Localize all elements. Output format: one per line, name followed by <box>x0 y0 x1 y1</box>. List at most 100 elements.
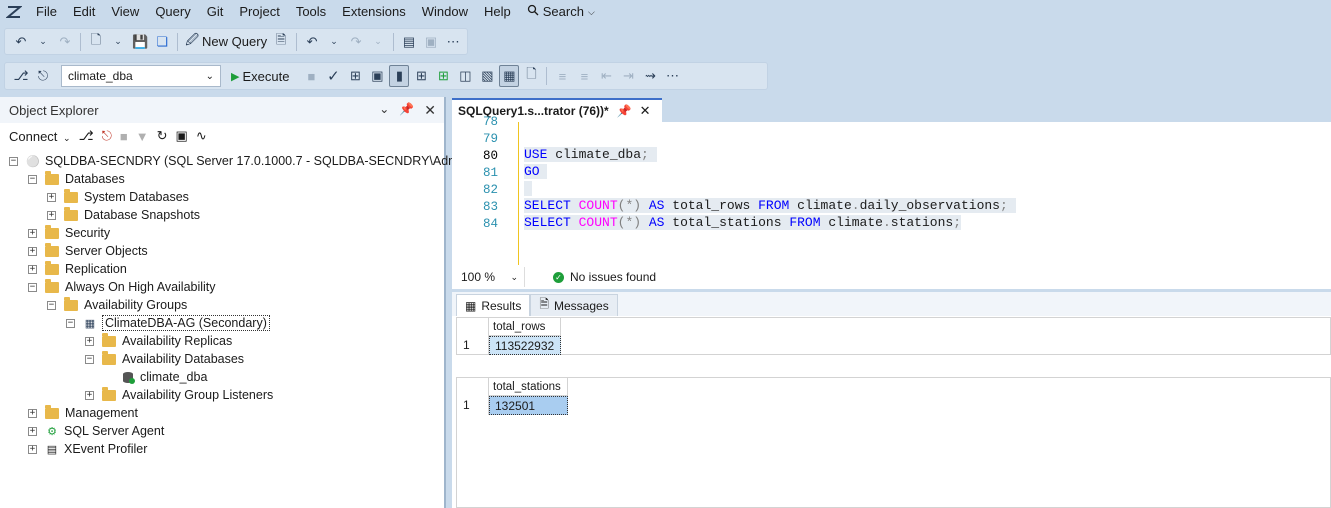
tree-node-availability-group[interactable]: − ▦ ClimateDBA-AG (Secondary) <box>66 314 270 332</box>
properties-icon[interactable]: ▣ <box>421 31 441 53</box>
stop-icon[interactable]: ■ <box>120 129 128 144</box>
comment-icon[interactable]: ≡ <box>552 65 572 87</box>
estimated-plan-icon[interactable]: ⊞ <box>345 65 365 87</box>
expand-icon[interactable]: + <box>28 228 37 238</box>
uncomment-icon[interactable]: ≡ <box>574 65 594 87</box>
tree-node-sql-server-agent[interactable]: + ⚙ SQL Server Agent <box>28 422 164 440</box>
open-file-icon[interactable]: 🗎 <box>271 31 291 53</box>
menu-search[interactable]: Search ⌵ <box>519 0 603 24</box>
expand-icon[interactable]: + <box>28 264 37 274</box>
new-project-dropdown-icon[interactable]: ⌄ <box>108 31 128 53</box>
pin-icon[interactable]: 📌 <box>399 102 414 119</box>
tree-node-availability-groups[interactable]: − Availability Groups <box>47 296 187 314</box>
expand-icon[interactable]: + <box>28 246 37 256</box>
connect-button[interactable]: Connect ⌄ <box>9 129 71 144</box>
activity-icon[interactable]: ∿ <box>196 128 207 144</box>
redo-dropdown-icon[interactable]: ⌄ <box>368 31 388 53</box>
close-icon[interactable]: ✕ <box>424 102 436 119</box>
tree-node-database-snapshots[interactable]: + Database Snapshots <box>47 206 200 224</box>
save-all-icon[interactable]: ❏ <box>152 31 172 53</box>
expand-icon[interactable]: + <box>47 210 56 220</box>
collapse-icon[interactable]: − <box>47 300 56 310</box>
activity-monitor-icon[interactable]: ▤ <box>399 31 419 53</box>
client-statistics-icon[interactable]: ◫ <box>455 65 475 87</box>
column-header[interactable]: total_rows <box>489 318 561 336</box>
filter-icon[interactable]: ▼ <box>136 129 149 144</box>
tree-node-replication[interactable]: + Replication <box>28 260 127 278</box>
disconnect-icon[interactable]: ⎋ <box>102 128 112 144</box>
more-options-icon[interactable]: ⋯ <box>443 31 463 53</box>
result-cell[interactable]: 132501 <box>489 396 568 415</box>
menu-git[interactable]: Git <box>199 0 232 24</box>
connect-icon[interactable]: ⎇ <box>79 128 94 144</box>
collapse-icon[interactable]: − <box>85 354 94 364</box>
save-icon[interactable]: 💾 <box>130 31 150 53</box>
menu-help[interactable]: Help <box>476 0 519 24</box>
tree-node-always-on[interactable]: − Always On High Availability <box>28 278 216 296</box>
expand-icon[interactable]: + <box>28 444 37 454</box>
actual-plan-icon[interactable]: ⊞ <box>411 65 431 87</box>
results-to-file-icon[interactable]: 🗋 <box>521 65 541 87</box>
summary-icon[interactable]: ▣ <box>176 128 188 144</box>
tree-node-system-databases[interactable]: + System Databases <box>47 188 189 206</box>
result-cell[interactable]: 113522932 <box>489 336 561 355</box>
tree-node-availability-databases[interactable]: − Availability Databases <box>85 350 244 368</box>
increase-indent-icon[interactable]: ⇥ <box>618 65 638 87</box>
query-designer-icon[interactable]: ▣ <box>367 65 387 87</box>
intellisense-icon[interactable]: ▮ <box>389 65 410 87</box>
expand-icon[interactable]: + <box>28 426 37 436</box>
connect-icon[interactable]: ⎇ <box>11 65 31 87</box>
menu-window[interactable]: Window <box>414 0 476 24</box>
execute-button[interactable]: ▶ Execute <box>229 65 291 87</box>
parse-checkmark-icon[interactable]: ✓ <box>323 65 343 87</box>
undo-icon[interactable]: ↶ <box>302 31 322 53</box>
specify-values-icon[interactable]: ⇝ <box>640 65 660 87</box>
undo-dropdown-icon[interactable]: ⌄ <box>324 31 344 53</box>
menu-view[interactable]: View <box>103 0 147 24</box>
forward-icon[interactable]: ↷ <box>55 31 75 53</box>
results-to-grid-icon[interactable]: ▦ <box>499 65 520 87</box>
tab-results[interactable]: ▦ Results <box>456 294 531 316</box>
expand-icon[interactable]: + <box>47 192 56 202</box>
expand-icon[interactable]: + <box>28 408 37 418</box>
pin-icon[interactable]: 📌 <box>617 104 632 118</box>
refresh-icon[interactable]: ↻ <box>157 128 168 144</box>
expand-icon[interactable]: + <box>85 336 94 346</box>
chevron-down-icon[interactable]: ⌄ <box>379 102 389 119</box>
expand-icon[interactable]: + <box>85 390 94 400</box>
change-connection-icon[interactable]: ⎋ <box>33 65 53 87</box>
results-to-text-icon[interactable]: ▧ <box>477 65 497 87</box>
menu-query[interactable]: Query <box>147 0 198 24</box>
decrease-indent-icon[interactable]: ⇤ <box>596 65 616 87</box>
collapse-icon[interactable]: − <box>28 174 37 184</box>
tree-node-databases[interactable]: − Databases <box>28 170 125 188</box>
menu-edit[interactable]: Edit <box>65 0 103 24</box>
new-project-icon[interactable]: 🗋 <box>86 31 106 53</box>
tree-node-listeners[interactable]: + Availability Group Listeners <box>85 386 273 404</box>
tree-node-xevent-profiler[interactable]: + ▤ XEvent Profiler <box>28 440 147 458</box>
collapse-icon[interactable]: − <box>66 318 75 328</box>
row-number[interactable]: 1 <box>457 336 489 355</box>
back-icon[interactable]: ↶ <box>11 31 31 53</box>
tree-node-server[interactable]: − ⚪ SQLDBA-SECNDRY (SQL Server 17.0.1000… <box>9 152 495 170</box>
collapse-icon[interactable]: − <box>28 282 37 292</box>
tree-node-management[interactable]: + Management <box>28 404 138 422</box>
new-query-button[interactable]: 🖉 New Query <box>183 31 269 53</box>
sql-editor[interactable]: 78 79 80 81 82 83 84 USE climate_dba; GO… <box>452 115 1331 265</box>
menu-tools[interactable]: Tools <box>288 0 334 24</box>
tree-node-climate-dba[interactable]: climate_dba <box>121 368 207 386</box>
close-icon[interactable]: ✕ <box>640 103 651 119</box>
tree-node-server-objects[interactable]: + Server Objects <box>28 242 148 260</box>
back-dropdown-icon[interactable]: ⌄ <box>33 31 53 53</box>
menu-extensions[interactable]: Extensions <box>334 0 414 24</box>
row-number[interactable]: 1 <box>457 396 489 415</box>
database-select[interactable]: climate_dba ⌄ <box>61 65 221 87</box>
more-options-icon[interactable]: ⋯ <box>662 65 682 87</box>
tab-messages[interactable]: 🗎 Messages <box>530 294 618 316</box>
redo-icon[interactable]: ↷ <box>346 31 366 53</box>
menu-file[interactable]: File <box>28 0 65 24</box>
menu-project[interactable]: Project <box>231 0 287 24</box>
column-header[interactable]: total_stations <box>489 378 568 396</box>
zoom-select[interactable]: 100 % ⌄ <box>455 267 525 287</box>
live-stats-icon[interactable]: ⊞ <box>433 65 453 87</box>
